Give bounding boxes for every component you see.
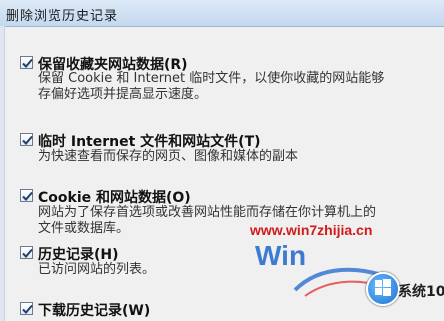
watermark-url: www.win7zhijia.cn [250, 222, 373, 238]
checkmark-icon [22, 248, 33, 258]
checkmark-icon [22, 135, 33, 145]
dialog-title: 删除浏览历史记录 [6, 9, 119, 24]
checkmark-icon [22, 304, 33, 314]
checkbox-preserve-favorites[interactable] [20, 56, 33, 69]
watermark-badge-text: 系统10之家 [398, 284, 444, 300]
option-description-line: 已访问网站的列表。 [38, 262, 156, 277]
option-description-line: 存偏好选项并提高显示速度。 [38, 87, 208, 102]
title-bar[interactable]: 删除浏览历史记录 [0, 0, 444, 27]
option-description-line: 为快速查看而保存的网页、图像和媒体的副本 [38, 149, 299, 164]
window-border [0, 26, 5, 321]
windows-logo-icon [366, 272, 400, 306]
delete-browsing-history-dialog: 删除浏览历史记录 保留收藏夹网站数据(R) 保留 Cookie 和 Intern… [0, 0, 444, 321]
option-description-line: 文件或数据库。 [38, 221, 130, 236]
option-label: 下载历史记录(W) [38, 303, 151, 319]
checkbox-history[interactable] [20, 246, 33, 259]
checkbox-download-history[interactable] [20, 302, 33, 315]
checkmark-icon [22, 58, 33, 68]
option-description-line: 网站为了保存首选项或改善网站性能而存储在你计算机上的 [38, 205, 377, 220]
option-description-line: 保留 Cookie 和 Internet 临时文件，以使你收藏的网站能够 [38, 71, 385, 86]
checkbox-cookies[interactable] [20, 189, 33, 202]
checkbox-temp-internet-files[interactable] [20, 133, 33, 146]
checkmark-icon [22, 191, 33, 201]
